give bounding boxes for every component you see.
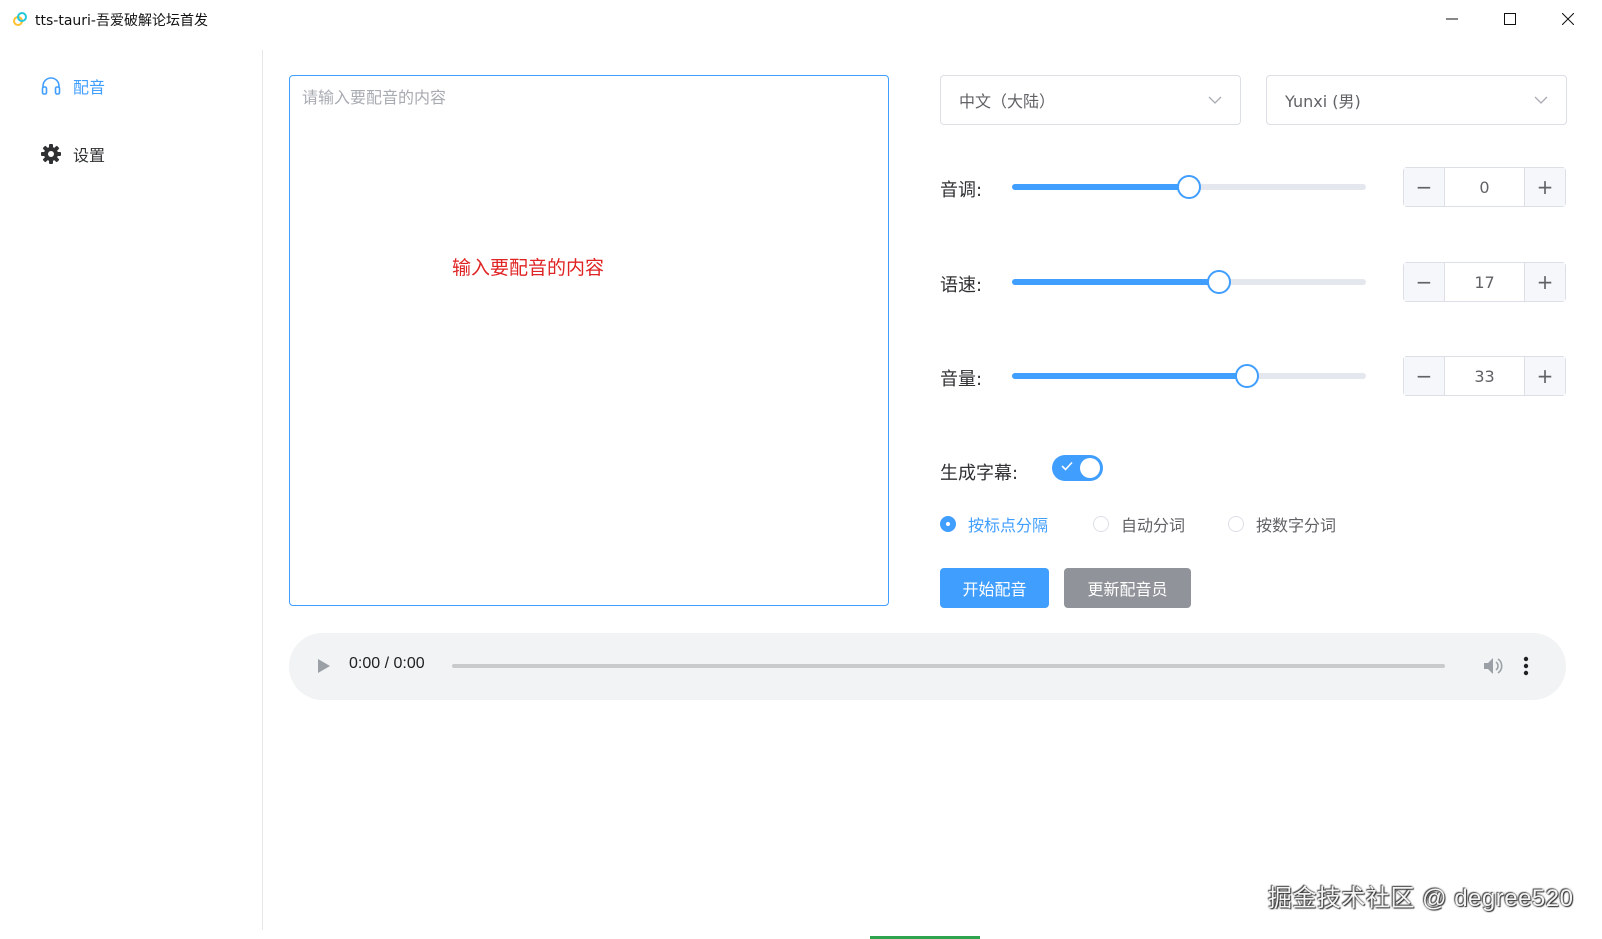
radio-label: 按标点分隔	[968, 516, 1049, 535]
volume-label: 音量:	[940, 369, 983, 390]
content-hint: 输入要配音的内容	[452, 257, 605, 279]
chevron-down-icon	[1534, 96, 1548, 104]
play-icon[interactable]	[316, 656, 332, 676]
volume-increase-button[interactable]: +	[1524, 357, 1565, 395]
pitch-value-input[interactable]: 0	[1445, 168, 1524, 206]
audio-player: 0:00 / 0:00	[289, 633, 1566, 700]
gear-icon	[40, 143, 62, 165]
start-dubbing-button[interactable]: 开始配音	[940, 568, 1049, 608]
radio-dot	[1228, 516, 1244, 532]
subtitle-toggle[interactable]	[1052, 455, 1103, 481]
language-select[interactable]: 中文（大陆）	[940, 75, 1241, 125]
rate-slider-fill	[1012, 279, 1220, 285]
radio-split-punctuation[interactable]: 按标点分隔	[940, 512, 1048, 536]
player-progress-bar[interactable]	[452, 664, 1445, 668]
pitch-stepper: − 0 +	[1403, 167, 1566, 207]
radio-split-number[interactable]: 按数字分词	[1228, 512, 1336, 536]
subtitle-label: 生成字幕:	[940, 463, 1019, 484]
pitch-label: 音调:	[940, 180, 983, 201]
minimize-button[interactable]	[1423, 0, 1481, 38]
sidebar-item-settings[interactable]: 设置	[40, 140, 105, 168]
volume-slider[interactable]	[1012, 364, 1366, 388]
volume-slider-thumb[interactable]	[1235, 364, 1260, 388]
headphones-icon	[40, 75, 62, 97]
more-options-icon[interactable]	[1522, 655, 1530, 677]
sidebar-item-label: 设置	[73, 146, 106, 165]
rate-value-input[interactable]: 17	[1445, 263, 1524, 301]
maximize-icon	[1504, 13, 1516, 25]
volume-stepper: − 33 +	[1403, 356, 1566, 396]
pitch-increase-button[interactable]: +	[1524, 168, 1565, 206]
window-title: tts-tauri-吾爱破解论坛首发	[35, 13, 208, 29]
volume-value-input[interactable]: 33	[1445, 357, 1524, 395]
pitch-slider-thumb[interactable]	[1177, 175, 1201, 199]
close-button[interactable]	[1539, 0, 1597, 38]
rate-increase-button[interactable]: +	[1524, 263, 1565, 301]
voice-select-value: Yunxi (男)	[1285, 92, 1361, 111]
pitch-slider[interactable]	[1012, 175, 1366, 199]
sidebar-item-label: 配音	[73, 78, 106, 97]
radio-dot	[1093, 516, 1109, 532]
radio-dot	[940, 516, 956, 532]
volume-decrease-button[interactable]: −	[1404, 357, 1445, 395]
rate-stepper: − 17 +	[1403, 262, 1566, 302]
app-logo-icon	[13, 12, 27, 26]
rate-label: 语速:	[940, 275, 983, 296]
rate-slider-thumb[interactable]	[1207, 270, 1232, 294]
pitch-slider-fill	[1012, 184, 1189, 190]
minimize-icon	[1446, 18, 1458, 20]
chevron-down-icon	[1208, 96, 1222, 104]
rate-slider[interactable]	[1012, 270, 1366, 294]
sidebar-item-dubbing[interactable]: 配音	[40, 72, 105, 100]
check-icon	[1061, 461, 1073, 471]
volume-slider-fill	[1012, 373, 1248, 379]
voice-select[interactable]: Yunxi (男)	[1266, 75, 1567, 125]
sidebar: 配音 设置	[0, 50, 263, 930]
content-textarea[interactable]	[289, 75, 889, 606]
radio-label: 自动分词	[1121, 516, 1186, 535]
maximize-button[interactable]	[1481, 0, 1539, 38]
close-icon	[1562, 13, 1574, 25]
subtitle-toggle-knob	[1080, 458, 1100, 478]
radio-split-auto[interactable]: 自动分词	[1093, 512, 1185, 536]
volume-icon[interactable]	[1482, 655, 1504, 677]
rate-decrease-button[interactable]: −	[1404, 263, 1445, 301]
radio-label: 按数字分词	[1256, 516, 1337, 535]
update-voices-button[interactable]: 更新配音员	[1064, 568, 1191, 608]
watermark: 掘金技术社区 @ degree520	[1268, 885, 1574, 912]
pitch-decrease-button[interactable]: −	[1404, 168, 1445, 206]
language-select-value: 中文（大陆）	[959, 92, 1056, 111]
player-time: 0:00 / 0:00	[349, 655, 425, 672]
title-bar: tts-tauri-吾爱破解论坛首发	[0, 0, 1602, 38]
